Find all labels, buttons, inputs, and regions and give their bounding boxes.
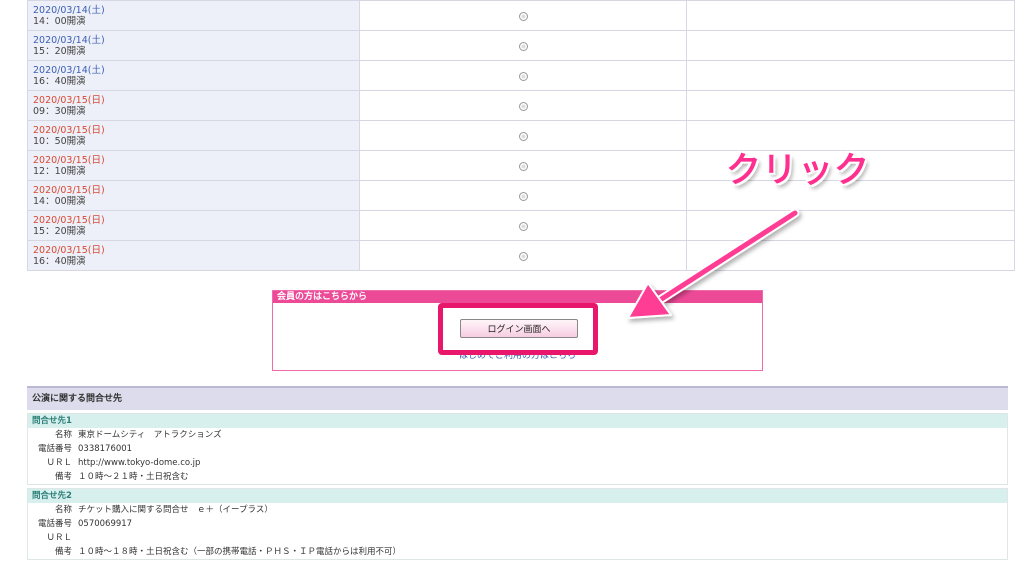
- contact-row: 電話番号 0338176001: [28, 442, 1007, 456]
- contact-row-label: 名称: [54, 430, 72, 440]
- click-annotation-label: クリック: [726, 151, 871, 191]
- contact-row: 電話番号 0570069917: [28, 517, 1007, 531]
- contact-row: ＵＲＬ: [28, 531, 1007, 545]
- contact-row-label: 備考: [54, 547, 72, 557]
- contact-row-label: 電話番号: [37, 519, 72, 529]
- contact-row-label: ＵＲＬ: [46, 533, 72, 543]
- contact-blocks: 問合せ先1 名称 東京ドームシティ アトラクションズ 電話番号 0338176001 ＵＲ…: [27, 413, 1008, 560]
- contact-row-label: 電話番号: [37, 444, 72, 454]
- contact-block-title: 問合せ先1: [28, 414, 1007, 428]
- contact-row-value: 東京ドームシティ アトラクションズ: [78, 430, 222, 440]
- contact-row-label: 名称: [54, 505, 72, 515]
- contact-block-title: 問合せ先2: [28, 489, 1007, 503]
- contact-row-label: ＵＲＬ: [46, 458, 72, 468]
- contact-row-value: １０時〜１８時・土日祝含む（一部の携帯電話・ＰＨＳ・ＩＰ電話からは利用不可）: [78, 547, 402, 557]
- contact-row: 名称 チケット購入に関する問合せ ｅ＋（イープラス）: [28, 503, 1007, 517]
- contact-row-value: チケット購入に関する問合せ ｅ＋（イープラス）: [78, 505, 273, 515]
- contact-section: 公演に関する問合せ先 問合せ先1 名称 東京ドームシティ アトラクションズ 電話番号 0…: [27, 386, 1008, 560]
- contact-block: 問合せ先2 名称 チケット購入に関する問合せ ｅ＋（イープラス） 電話番号 057006…: [27, 488, 1008, 560]
- contact-row-label: 備考: [54, 472, 72, 482]
- contact-row-value: 0570069917: [78, 519, 133, 529]
- contact-row-value: １０時〜２１時・土日祝含む: [78, 472, 189, 482]
- contact-row: 備考 １０時〜１８時・土日祝含む（一部の携帯電話・ＰＨＳ・ＩＰ電話からは利用不可）: [28, 545, 1007, 559]
- contact-row-value: [78, 531, 1007, 545]
- contact-block: 問合せ先1 名称 東京ドームシティ アトラクションズ 電話番号 0338176001 ＵＲ…: [27, 413, 1008, 485]
- contact-section-header: 公演に関する問合せ先: [27, 386, 1008, 410]
- contact-row-value: 0338176001: [78, 444, 133, 454]
- contact-row: ＵＲＬ http://www.tokyo-dome.co.jp: [28, 456, 1007, 470]
- contact-row: 名称 東京ドームシティ アトラクションズ: [28, 428, 1007, 442]
- contact-row-value: http://www.tokyo-dome.co.jp: [78, 458, 201, 468]
- contact-row: 備考 １０時〜２１時・土日祝含む: [28, 470, 1007, 484]
